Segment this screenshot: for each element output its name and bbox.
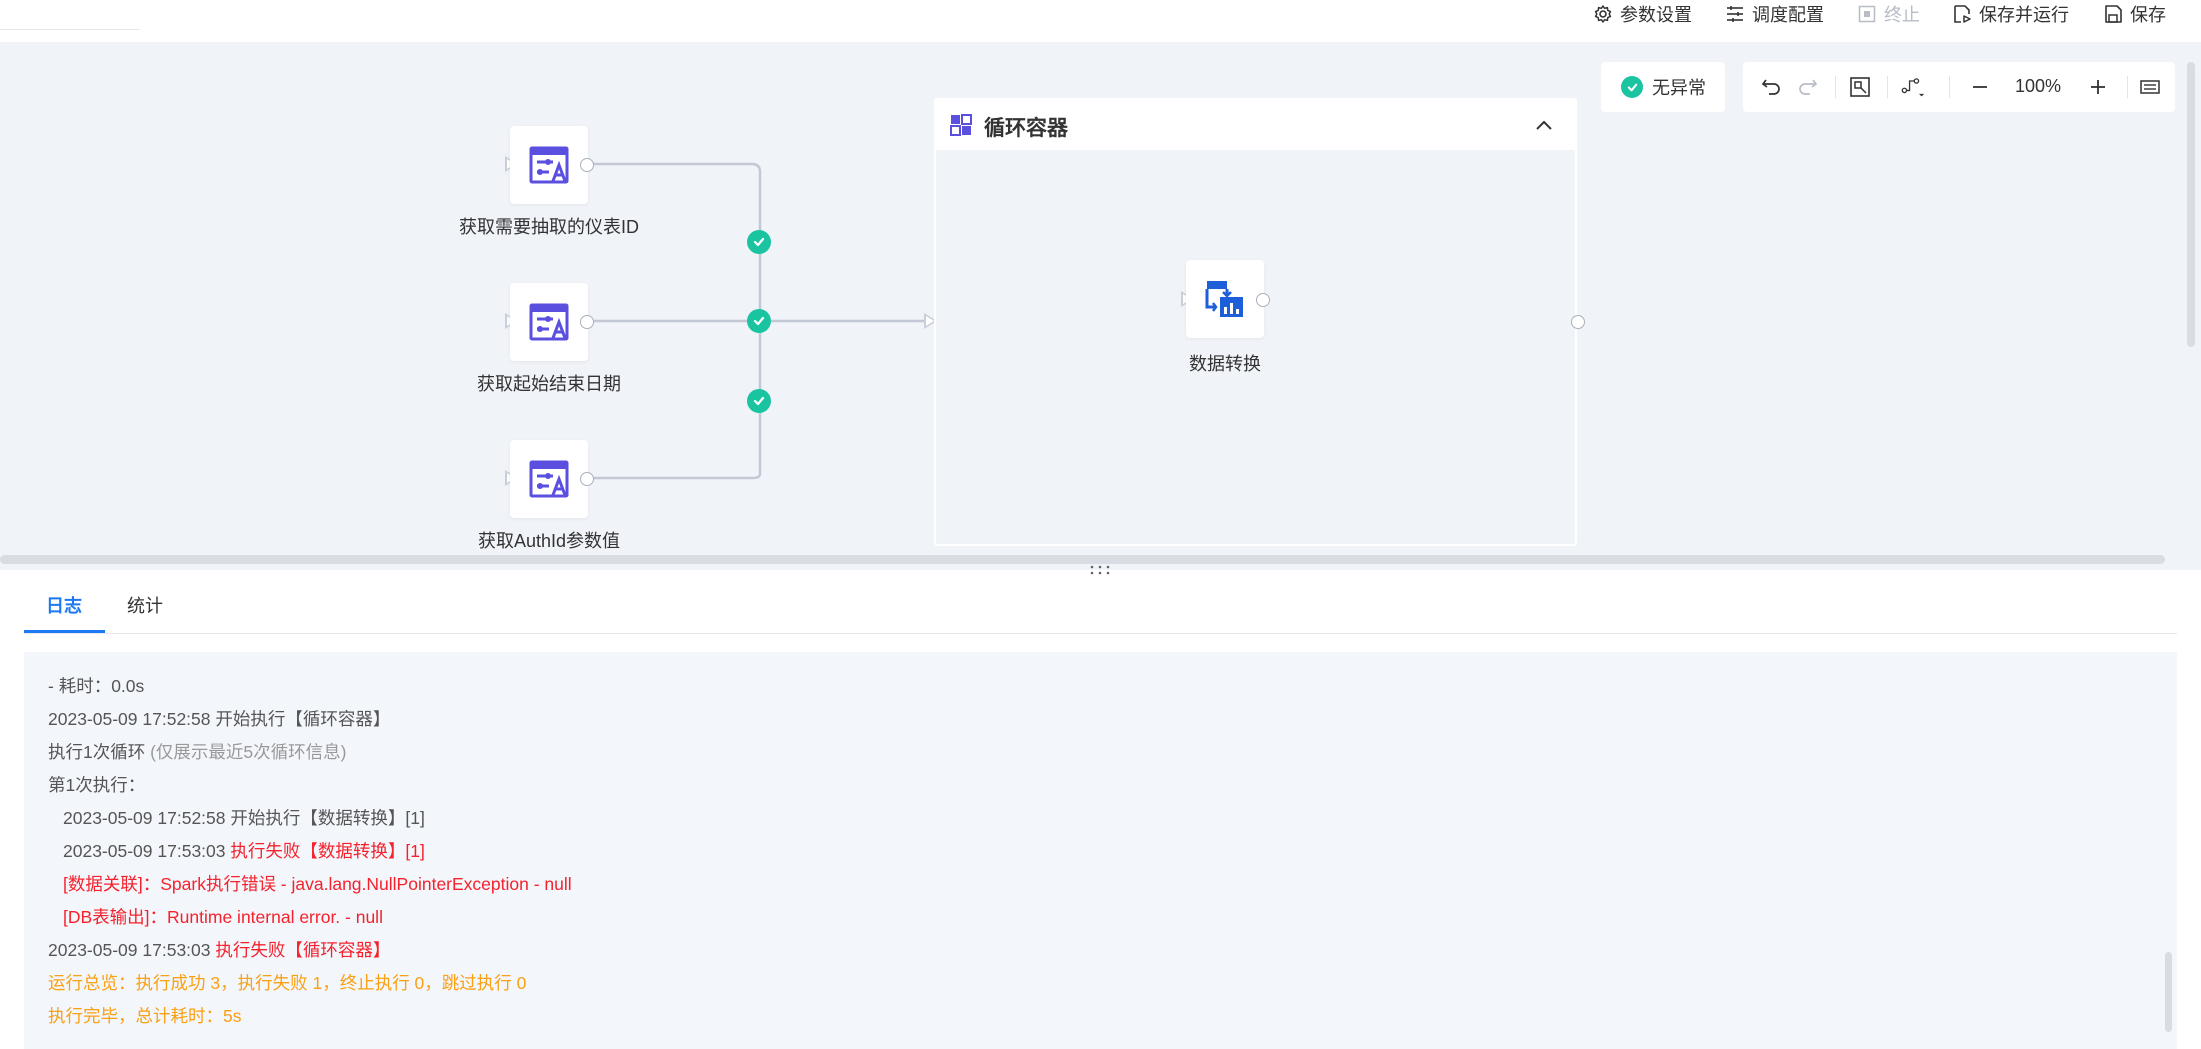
- log-error-line: [数据关联]：Spark执行错误 - java.lang.NullPointer…: [63, 874, 572, 894]
- log-time: 2023-05-09 17:53:03: [63, 841, 226, 861]
- output-port[interactable]: [1256, 293, 1270, 307]
- loop-output-port[interactable]: [1571, 315, 1585, 329]
- log-text: 执行1次循环: [48, 742, 146, 762]
- undo-icon[interactable]: [1760, 75, 1784, 99]
- tool-divider: [1949, 76, 1950, 98]
- log-line: 2023-05-09 17:53:03 执行失败【循环容器】: [48, 938, 2177, 971]
- log-line: 第1次执行：: [48, 775, 146, 795]
- success-check-icon: [1621, 76, 1643, 98]
- fit-view-icon[interactable]: [1848, 75, 1872, 99]
- log-error: 执行失败【数据转换】[1]: [230, 841, 425, 861]
- output-port[interactable]: [580, 315, 594, 329]
- edge-success-check-icon: [747, 389, 771, 413]
- param-assign-icon: [529, 146, 569, 184]
- tool-divider: [2127, 76, 2128, 98]
- log-line: 2023-05-09 17:52:58 开始执行【数据转换】[1]: [63, 808, 425, 828]
- sliders-icon: [1725, 4, 1745, 24]
- param-assign-node[interactable]: [510, 126, 588, 204]
- log-summary-line: 执行完毕，总计耗时：5s: [48, 1006, 242, 1026]
- node-label: 获取AuthId参数值: [477, 531, 621, 551]
- zoom-in-icon[interactable]: [2086, 75, 2110, 99]
- top-toolbar: 参数设置 调度配置 终止 保存并运行 保存: [0, 0, 2201, 42]
- log-note: (仅展示最近5次循环信息): [150, 742, 347, 762]
- zoom-level: 100%: [2015, 76, 2062, 96]
- stop-icon: [1857, 4, 1877, 24]
- param-assign-node[interactable]: [510, 440, 588, 518]
- canvas-tools: 100%: [1743, 62, 2175, 112]
- log-line: 2023-05-09 17:53:03 执行失败【数据转换】[1]: [48, 839, 2177, 872]
- log-summary-line: 运行总览：执行成功 3，执行失败 1，终止执行 0，跳过执行 0: [48, 973, 527, 993]
- schedule-config-button[interactable]: 调度配置: [1725, 0, 1824, 28]
- save-run-icon: [1952, 4, 1972, 24]
- output-port[interactable]: [580, 158, 594, 172]
- log-line: - 耗时：0.0s: [48, 676, 145, 696]
- tool-divider: [1835, 76, 1836, 98]
- param-assign-icon: [529, 303, 569, 341]
- vertical-scrollbar[interactable]: [2187, 62, 2195, 347]
- node-label: 获取需要抽取的仪表ID: [459, 217, 639, 237]
- save-button[interactable]: 保存: [2103, 0, 2166, 28]
- status-indicator: 无异常: [1601, 62, 1725, 112]
- loop-container-icon: [950, 114, 972, 136]
- node-label: 获取起始结束日期: [477, 374, 621, 394]
- tab-log[interactable]: 日志: [46, 592, 82, 618]
- log-line: 执行1次循环 (仅展示最近5次循环信息): [48, 740, 2177, 773]
- panel-tabs: 日志 统计: [24, 574, 2177, 634]
- save-label: 保存: [2130, 5, 2166, 25]
- node-label: 数据转换: [1189, 354, 1261, 374]
- data-transform-node[interactable]: [1186, 260, 1264, 338]
- log-error: 执行失败【循环容器】: [215, 940, 391, 960]
- data-transform-icon: [1205, 281, 1243, 317]
- loop-container-title: 循环容器: [984, 117, 1068, 140]
- param-assign-node[interactable]: [510, 283, 588, 361]
- params-settings-button[interactable]: 参数设置: [1593, 0, 1692, 28]
- tool-divider: [1887, 76, 1888, 98]
- loop-container[interactable]: 循环容器 数据转换: [934, 98, 1577, 546]
- gear-icon: [1593, 4, 1613, 24]
- status-text: 无异常: [1652, 78, 1706, 98]
- stop-label: 终止: [1884, 5, 1920, 25]
- tab-statistics[interactable]: 统计: [127, 592, 163, 618]
- zoom-out-icon[interactable]: [1968, 75, 1992, 99]
- active-tab-indicator: [24, 630, 105, 633]
- schedule-config-label: 调度配置: [1752, 5, 1824, 25]
- log-error-line: [DB表输出]：Runtime internal error. - null: [63, 907, 383, 927]
- chevron-up-icon[interactable]: [1533, 114, 1555, 136]
- save-and-run-label: 保存并运行: [1979, 5, 2069, 25]
- log-output: - 耗时：0.0s 2023-05-09 17:52:58 开始执行【循环容器】…: [24, 652, 2177, 1049]
- edge-success-check-icon: [747, 309, 771, 333]
- layout-icon[interactable]: [1901, 75, 1925, 99]
- flow-canvas[interactable]: 获取需要抽取的仪表ID 获取起始结束日期 获取AuthId参数值 循环容器 数据…: [0, 42, 2201, 570]
- loop-container-header: 循环容器: [936, 100, 1575, 150]
- params-settings-label: 参数设置: [1620, 5, 1692, 25]
- save-and-run-button[interactable]: 保存并运行: [1952, 0, 2069, 28]
- edge-success-check-icon: [747, 230, 771, 254]
- log-time: 2023-05-09 17:53:03: [48, 940, 211, 960]
- redo-icon[interactable]: [1795, 75, 1819, 99]
- log-line: 2023-05-09 17:52:58 开始执行【循环容器】: [48, 709, 391, 729]
- stop-button[interactable]: 终止: [1857, 0, 1920, 28]
- param-assign-icon: [529, 460, 569, 498]
- log-scrollbar[interactable]: [2165, 952, 2172, 1032]
- keyboard-icon[interactable]: [2138, 75, 2162, 99]
- tab-divider: [0, 29, 140, 30]
- horizontal-scrollbar[interactable]: [0, 555, 2165, 564]
- output-port[interactable]: [580, 472, 594, 486]
- save-icon: [2103, 4, 2123, 24]
